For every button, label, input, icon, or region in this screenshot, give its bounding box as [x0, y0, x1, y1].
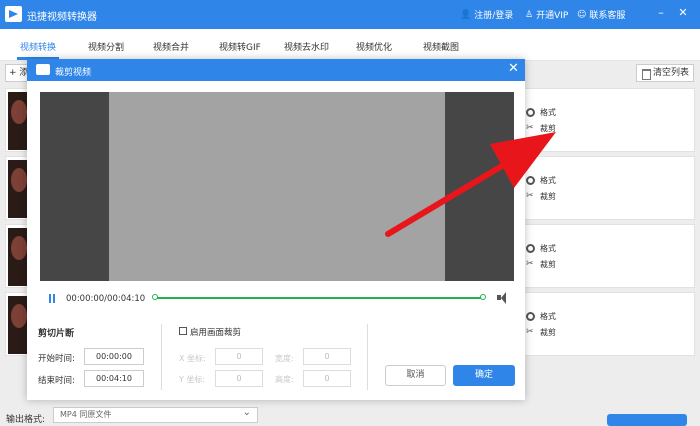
- y-coordinate-input[interactable]: 0: [215, 370, 263, 387]
- height-input[interactable]: 0: [303, 370, 351, 387]
- cancel-button[interactable]: 取消: [385, 365, 446, 386]
- main-tabs: 视频转换 视频分割 视频合并 视频转GIF 视频去水印 视频优化 视频截图: [0, 29, 700, 61]
- video-camera-icon: [36, 64, 50, 75]
- close-window-button[interactable]: ✕: [676, 6, 690, 20]
- scissors-icon: ✂: [526, 326, 534, 337]
- width-label: 宽度:: [275, 354, 294, 363]
- dialog-header: 裁剪视频 ✕: [27, 59, 525, 81]
- convert-all-button[interactable]: [607, 414, 687, 426]
- vip-icon: ♙: [525, 9, 534, 20]
- tab-remove-watermark[interactable]: 视频去水印: [284, 40, 329, 53]
- enable-crop-label: 启用画面裁剪: [190, 328, 242, 338]
- vip-link[interactable]: ♙ 开通VIP: [525, 8, 568, 22]
- format-link[interactable]: 格式: [526, 104, 586, 120]
- gear-icon: [526, 311, 535, 321]
- user-icon: 👤: [460, 9, 472, 20]
- height-label: 高度:: [275, 375, 294, 384]
- title-bar: 迅捷视频转换器 👤 注册/登录 ♙ 开通VIP ☺ 联系客服 – ✕: [0, 0, 700, 29]
- output-format-label: 输出格式:: [6, 415, 46, 425]
- format-link[interactable]: 格式: [526, 172, 586, 188]
- tab-video-split[interactable]: 视频分割: [88, 40, 124, 53]
- end-time-input[interactable]: 00:04:10: [84, 370, 144, 387]
- scissors-icon: ✂: [526, 258, 534, 269]
- end-time-label: 结束时间:: [38, 376, 75, 386]
- pause-icon[interactable]: [48, 294, 56, 303]
- timeline-track[interactable]: [155, 297, 482, 299]
- tab-video-convert[interactable]: 视频转换: [20, 40, 56, 53]
- start-time-input[interactable]: 00:00:00: [84, 348, 144, 365]
- enable-crop-checkbox[interactable]: [179, 327, 187, 335]
- timecode: 00:00:00/00:04:10: [66, 294, 146, 304]
- y-coordinate-label: Y 坐标:: [179, 375, 206, 384]
- crop-link[interactable]: ✂ 裁剪: [526, 188, 586, 204]
- row-actions: 格式 ✂ 裁剪: [526, 240, 586, 272]
- login-link[interactable]: 👤 注册/登录: [460, 8, 513, 22]
- cut-section-title: 剪切片断: [38, 329, 75, 339]
- trim-start-handle[interactable]: [152, 294, 158, 300]
- crop-link[interactable]: ✂ 裁剪: [526, 256, 586, 272]
- format-link[interactable]: 格式: [526, 308, 586, 324]
- crop-link[interactable]: ✂ 裁剪: [526, 324, 586, 340]
- tab-video-gif[interactable]: 视频转GIF: [219, 40, 261, 53]
- x-coordinate-label: X 坐标:: [179, 354, 206, 363]
- tab-video-merge[interactable]: 视频合并: [153, 40, 189, 53]
- row-actions: 格式 ✂ 裁剪: [526, 172, 586, 204]
- gear-icon: [526, 243, 535, 253]
- dialog-close-icon[interactable]: ✕: [508, 62, 519, 76]
- scissors-icon: ✂: [526, 190, 534, 201]
- clear-list-button[interactable]: 清空列表: [636, 64, 694, 82]
- contact-link[interactable]: ☺ 联系客服: [577, 8, 625, 22]
- divider: [367, 324, 368, 390]
- output-format-select[interactable]: MP4 同原文件: [53, 406, 258, 423]
- tab-video-screenshot[interactable]: 视频截图: [423, 40, 459, 53]
- crop-video-dialog: 裁剪视频 ✕ 00:00:00/00:04:10 剪切片断 开始时间: 00:0…: [27, 59, 525, 400]
- chat-icon: ☺: [577, 9, 587, 20]
- x-coordinate-input[interactable]: 0: [215, 348, 263, 365]
- crop-link[interactable]: ✂ 裁剪: [526, 120, 586, 136]
- row-actions: 格式 ✂ 裁剪: [526, 308, 586, 340]
- video-frame: [109, 92, 445, 281]
- width-input[interactable]: 0: [303, 348, 351, 365]
- minimize-button[interactable]: –: [654, 6, 668, 20]
- scissors-icon: ✂: [526, 122, 534, 133]
- app-title: 迅捷视频转换器: [27, 12, 97, 23]
- start-time-label: 开始时间:: [38, 354, 75, 364]
- format-link[interactable]: 格式: [526, 240, 586, 256]
- divider: [161, 324, 162, 390]
- app-logo-icon: [5, 6, 22, 22]
- trim-end-handle[interactable]: [480, 294, 486, 300]
- dialog-title: 裁剪视频: [55, 68, 92, 78]
- row-actions: 格式 ✂ 裁剪: [526, 104, 586, 136]
- confirm-button[interactable]: 确定: [453, 365, 515, 386]
- tab-video-optimize[interactable]: 视频优化: [356, 40, 392, 53]
- video-preview[interactable]: [40, 92, 514, 281]
- volume-icon[interactable]: [497, 292, 509, 304]
- gear-icon: [526, 107, 535, 117]
- gear-icon: [526, 175, 535, 185]
